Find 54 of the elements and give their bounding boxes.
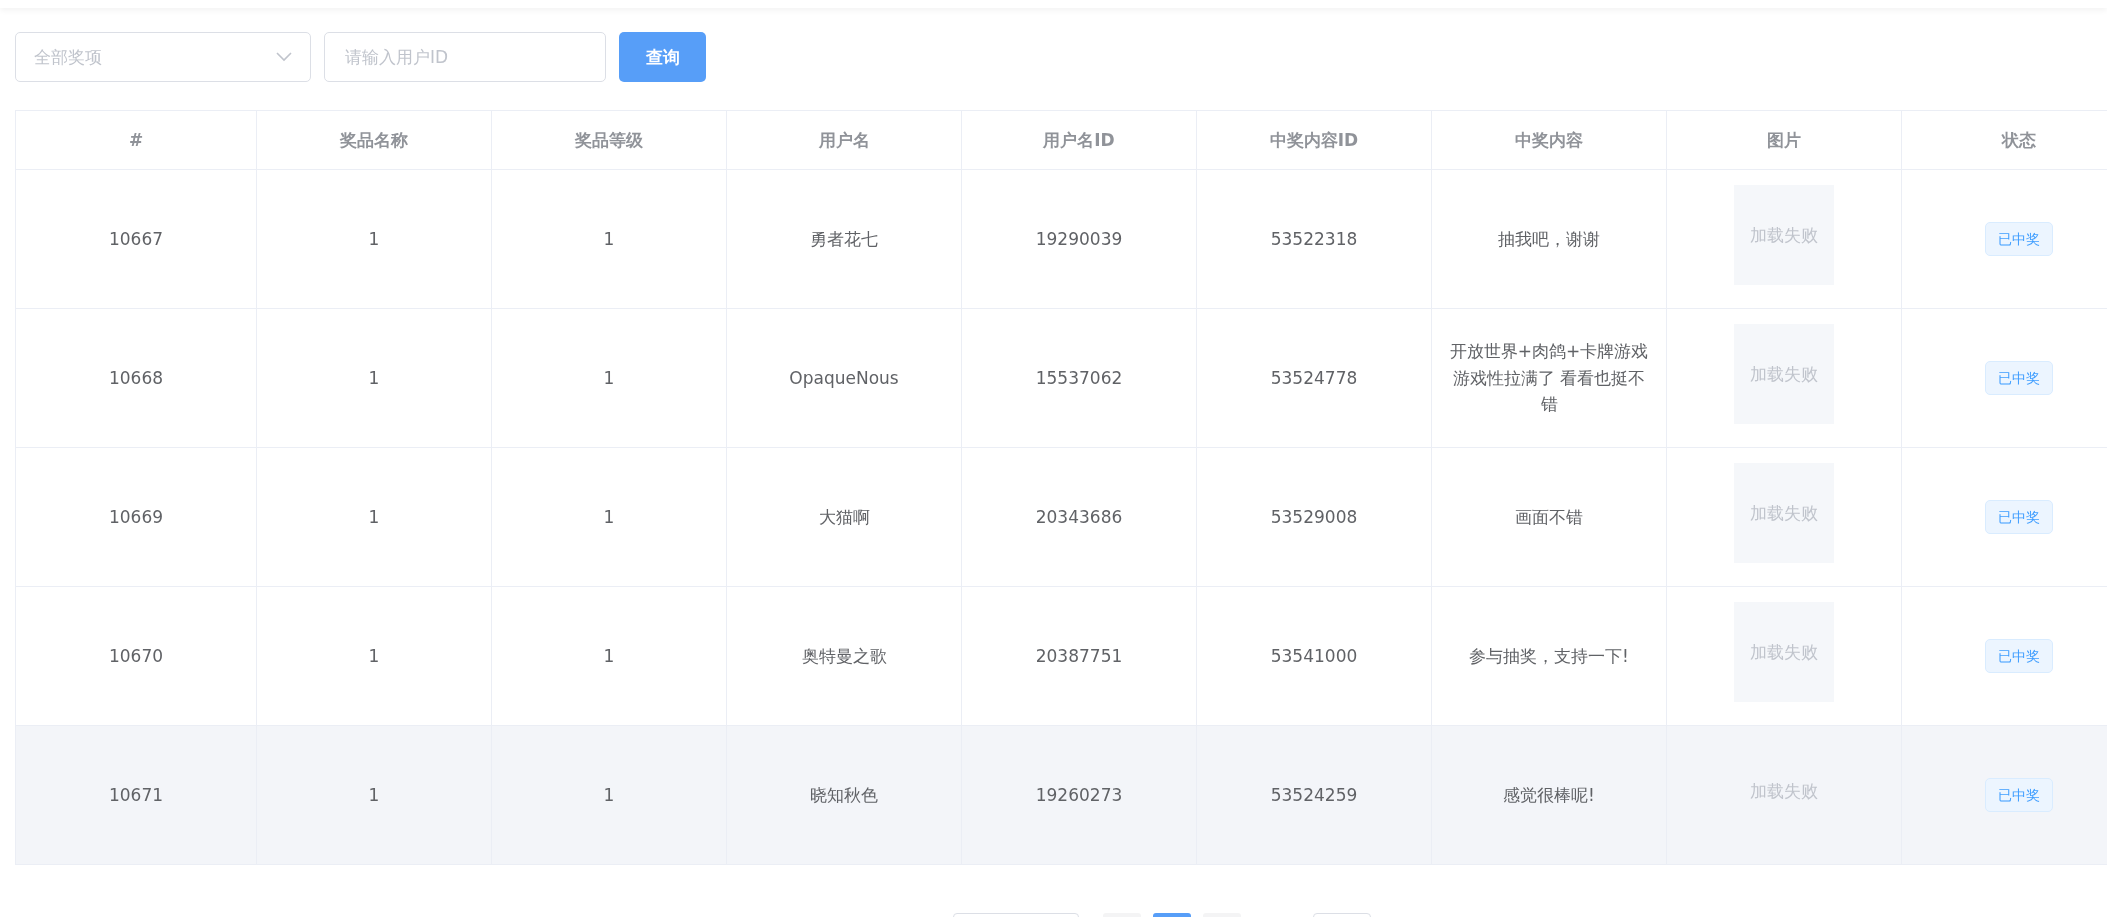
content-cell-text: 参与抽奖，支持一下!	[1469, 644, 1629, 668]
column-header: 中奖内容	[1432, 111, 1667, 170]
user-id-field[interactable]: 请输入用户ID	[324, 32, 606, 82]
user-id-cell-text: 20387751	[1035, 644, 1123, 668]
prize-name-cell-text: 1	[368, 227, 380, 251]
prize-level-cell-text: 1	[603, 366, 615, 390]
user-id-cell-text: 19260273	[1035, 783, 1123, 807]
column-header: 状态	[1902, 111, 2107, 170]
search-button[interactable]: 查询	[619, 32, 706, 82]
username-cell-text: OpaqueNous	[789, 366, 899, 390]
prize-name-cell-text: 1	[368, 366, 380, 390]
status-tag: 已中奖	[1985, 777, 2053, 813]
username-cell-text: 勇者花七	[810, 227, 878, 251]
column-header: 用户名ID	[962, 111, 1197, 170]
column-header: 用户名	[727, 111, 962, 170]
user-id-cell-text: 15537062	[1035, 366, 1123, 390]
content-cell-text: 开放世界+肉鸽+卡牌游戏游戏性拉满了 看看也挺不错	[1448, 340, 1650, 417]
id-cell-text: 10668	[108, 366, 164, 390]
content-cell-text: 抽我吧，谢谢	[1498, 227, 1600, 251]
select-placeholder: 全部奖项	[34, 45, 102, 69]
content-id-cell-text: 53524259	[1270, 783, 1358, 807]
prize-name-cell-text: 1	[368, 783, 380, 807]
user-id-cell-text: 19290039	[1035, 227, 1123, 251]
username-cell-text: 大猫啊	[818, 505, 870, 529]
content-id-cell-text: 53524778	[1270, 366, 1358, 390]
content-id-cell-text: 53529008	[1270, 505, 1358, 529]
id-cell-text: 10670	[108, 644, 164, 668]
content-id-cell-text: 53522318	[1270, 227, 1358, 251]
content-id-cell-text: 53541000	[1270, 644, 1358, 668]
status-tag: 已中奖	[1985, 499, 2053, 535]
column-header: 图片	[1667, 111, 1902, 170]
prize-name-cell-text: 1	[368, 644, 380, 668]
status-tag: 已中奖	[1985, 221, 2053, 257]
id-cell-text: 10667	[108, 227, 164, 251]
column-header: 中奖内容ID	[1197, 111, 1432, 170]
prize-select[interactable]: 全部奖项	[15, 32, 311, 82]
id-cell-text: 10669	[108, 505, 164, 529]
prize-level-cell-text: 1	[603, 644, 615, 668]
column-header: 奖品名称	[257, 111, 492, 170]
prize-level-cell-text: 1	[603, 227, 615, 251]
column-header: 奖品等级	[492, 111, 727, 170]
chevron-down-icon	[276, 52, 292, 62]
id-cell-text: 10671	[108, 783, 164, 807]
username-cell-text: 奥特曼之歌	[801, 644, 887, 668]
user-id-cell-text: 20343686	[1035, 505, 1123, 529]
column-header: #	[16, 111, 257, 170]
status-tag: 已中奖	[1985, 360, 2053, 396]
prize-level-cell-text: 1	[603, 783, 615, 807]
username-cell-text: 晓知秋色	[810, 783, 878, 807]
content-cell-text: 画面不错	[1515, 505, 1583, 529]
content-cell-text: 感觉很棒呢!	[1503, 783, 1595, 807]
prize-level-cell-text: 1	[603, 505, 615, 529]
status-tag: 已中奖	[1985, 638, 2053, 674]
prize-name-cell-text: 1	[368, 505, 380, 529]
